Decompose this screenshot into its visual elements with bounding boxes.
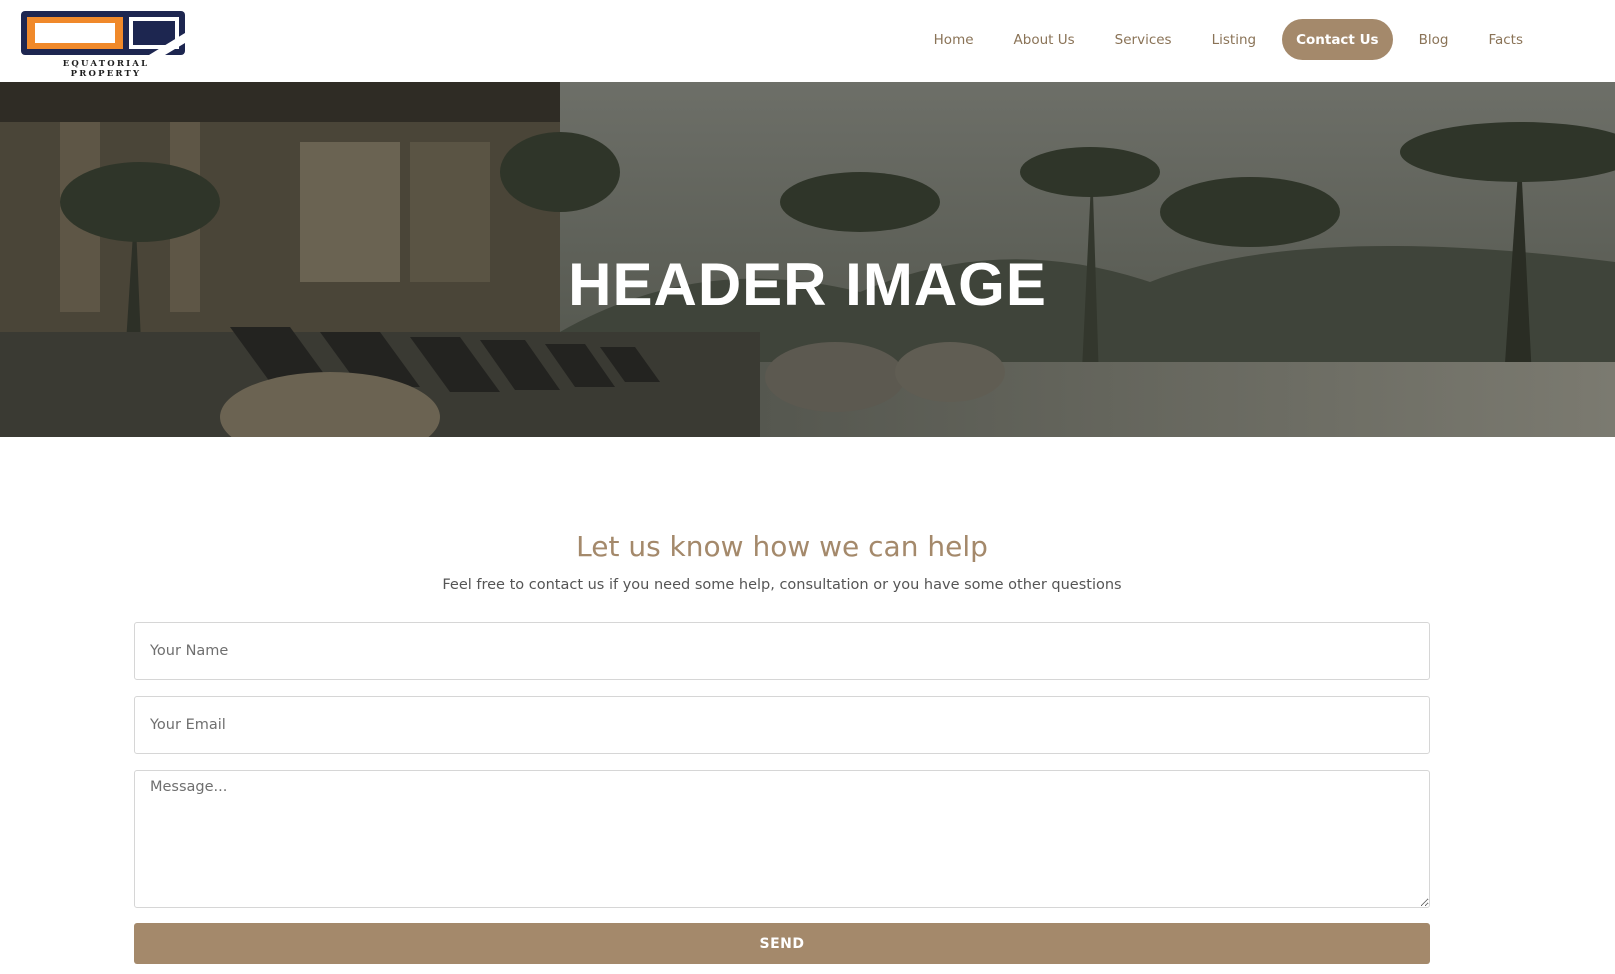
nav-item-listing[interactable]: Listing [1198,19,1270,60]
nav-item-about-us[interactable]: About Us [1000,19,1089,60]
contact-section: Let us know how we can help Feel free to… [134,530,1430,593]
top-bar: EQUATORIAL PROPERTY Home About Us Servic… [0,0,1615,82]
nav-item-blog[interactable]: Blog [1405,19,1463,60]
hero-title: HEADER IMAGE [568,251,1047,318]
contact-heading: Let us know how we can help [576,530,988,563]
main-nav: Home About Us Services Listing Contact U… [920,19,1537,60]
site-logo[interactable]: EQUATORIAL PROPERTY [19,9,187,79]
contact-subheading: Feel free to contact us if you need some… [442,577,1122,593]
nav-item-services[interactable]: Services [1101,19,1186,60]
nav-item-contact-us[interactable]: Contact Us [1282,19,1393,60]
nav-item-home[interactable]: Home [920,19,988,60]
send-button[interactable]: SEND [134,923,1430,964]
nav-item-facts[interactable]: Facts [1474,19,1537,60]
logo-text: EQUATORIAL PROPERTY [62,59,150,79]
name-input[interactable] [134,622,1430,680]
message-textarea[interactable] [134,770,1430,908]
logo-mark-icon [21,11,185,55]
email-input[interactable] [134,696,1430,754]
hero-banner: HEADER IMAGE [0,82,1615,437]
